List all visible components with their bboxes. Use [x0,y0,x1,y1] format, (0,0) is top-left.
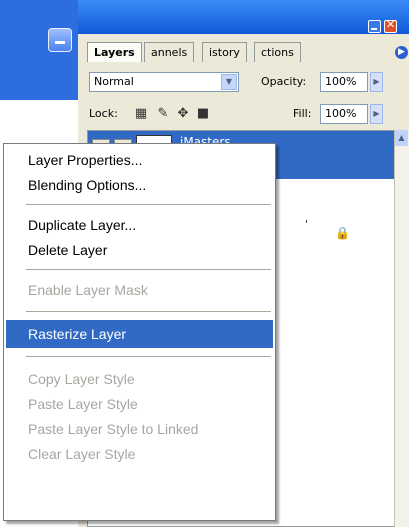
desktop-background [0,0,78,100]
lock-transparency-icon[interactable]: ▦ [133,106,149,122]
menu-item-enable-layer-mask: Enable Layer Mask [28,282,148,298]
minimize-window-button[interactable] [48,28,72,52]
lock-fill-row: Lock: ▦ ✎ ✥ ■ Fill: 100% ▶ [87,100,409,128]
opacity-slider-arrow-icon[interactable]: ▶ [370,72,383,92]
palette-close-button[interactable]: ✕ [384,18,397,33]
menu-item-copy-layer-style: Copy Layer Style [28,371,135,387]
menu-item-paste-layer-style: Paste Layer Style [28,396,138,412]
menu-separator [26,311,271,313]
fill-label: Fill: [293,107,312,120]
palette-minimize-button[interactable] [368,20,381,33]
opacity-label: Opacity: [261,75,307,88]
palette-menu-arrow-icon[interactable]: ▶ [395,46,408,59]
layers-scrollbar[interactable]: ▲ [394,130,409,527]
menu-separator [26,269,271,271]
palette-title-bar[interactable]: ✕ [78,0,409,34]
fill-slider-arrow-icon[interactable]: ▶ [370,104,383,124]
lock-all-icon[interactable]: ■ [195,106,211,122]
close-icon: ✕ [386,18,396,31]
tab-actions[interactable]: ctions [254,42,301,62]
blend-opacity-row: Normal ▼ Opacity: 100% ▶ [87,68,409,96]
menu-item-rasterize-layer[interactable]: Rasterize Layer [6,320,273,348]
layer-context-menu: Layer Properties... Blending Options... … [3,143,276,521]
scroll-up-icon[interactable]: ▲ [395,130,408,146]
menu-item-clear-layer-style: Clear Layer Style [28,446,136,462]
fill-input[interactable]: 100% [320,104,368,124]
lock-label: Lock: [89,107,118,120]
menu-item-delete-layer[interactable]: Delete Layer [6,236,273,264]
menu-item-paste-layer-style-to-linked: Paste Layer Style to Linked [28,421,199,437]
tab-channels[interactable]: annels [144,42,195,62]
menu-item-blending-options[interactable]: Blending Options... [6,171,273,199]
menu-separator [26,356,271,358]
chevron-down-icon[interactable]: ▼ [221,74,237,90]
blend-mode-value: Normal [94,75,134,88]
layer-edge-mark: ' [305,218,309,231]
menu-item-layer-properties[interactable]: Layer Properties... [6,146,273,174]
blend-mode-select[interactable]: Normal ▼ [89,72,239,92]
opacity-input[interactable]: 100% [320,72,368,92]
tab-layers[interactable]: Layers [87,42,142,62]
tab-history[interactable]: istory [202,42,247,62]
lock-move-icon[interactable]: ✥ [175,106,191,122]
padlock-icon: 🔒 [335,226,350,240]
menu-item-duplicate-layer[interactable]: Duplicate Layer... [6,211,273,239]
menu-separator [26,204,271,206]
lock-paint-icon[interactable]: ✎ [155,106,171,122]
